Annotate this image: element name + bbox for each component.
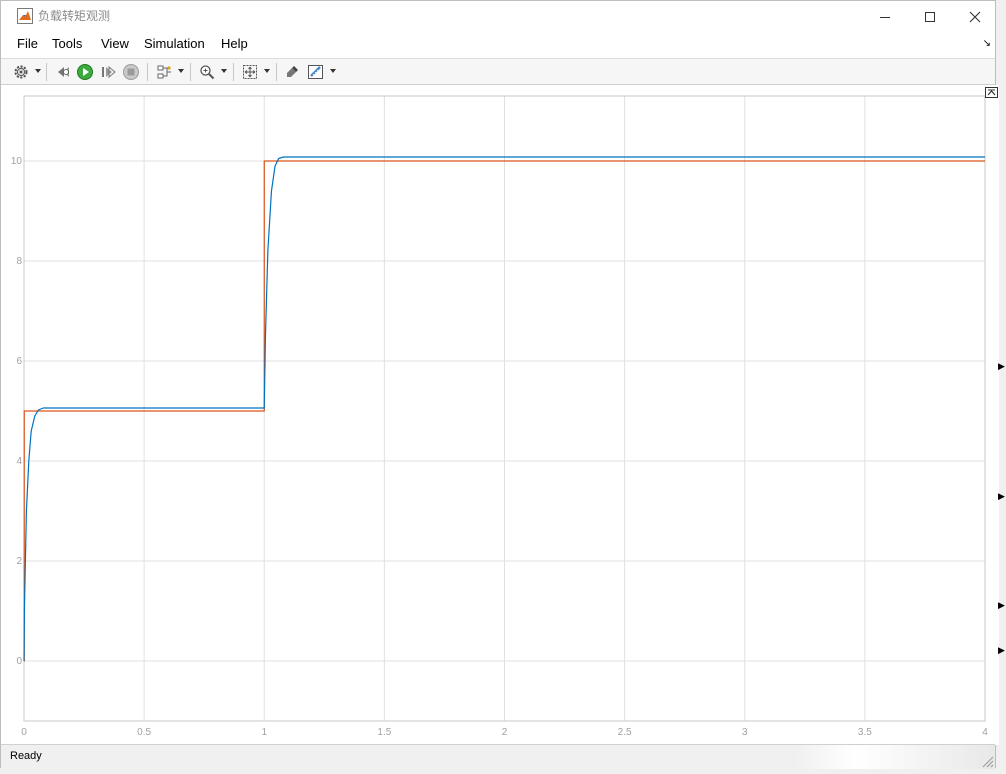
signal-select-icon — [157, 65, 171, 79]
zoom-button[interactable] — [197, 62, 217, 82]
scope-chart[interactable]: 0 0.5 1 1.5 2 2.5 3 3.5 4 0 2 4 6 8 10 — [9, 85, 999, 745]
run-icon — [77, 64, 93, 80]
y-tick-label: 0 — [16, 656, 22, 667]
stop-icon — [123, 64, 139, 80]
close-button[interactable] — [952, 1, 998, 32]
close-icon — [969, 11, 981, 22]
background-arrow-icon: ▶ — [998, 492, 1005, 502]
y-tick-label: 2 — [16, 556, 22, 567]
fit-view-icon — [243, 65, 257, 79]
restore-view-button[interactable] — [985, 87, 998, 98]
maximize-icon — [925, 11, 935, 22]
minimize-button[interactable] — [862, 1, 908, 32]
zoom-icon — [200, 65, 215, 80]
x-tick-label: 3.5 — [858, 727, 872, 738]
style-button[interactable] — [282, 62, 302, 82]
x-tick-label: 4 — [982, 727, 988, 738]
menu-bar: File Tools View Simulation Help ↘ — [1, 32, 995, 56]
menu-simulation[interactable]: Simulation — [144, 36, 205, 52]
stop-button[interactable] — [121, 62, 141, 82]
step-forward-button[interactable] — [98, 62, 118, 82]
minimize-icon — [880, 16, 890, 18]
background-arrow-icon: ▶ — [998, 601, 1005, 611]
style-icon — [287, 66, 298, 77]
chevron-down-icon[interactable] — [35, 68, 41, 74]
scope-window: 负载转矩观测 File Tools View Simulation Help ↘ — [0, 0, 999, 769]
run-button[interactable] — [75, 62, 95, 82]
y-tick-label: 8 — [16, 256, 22, 267]
x-tick-label: 0 — [21, 727, 27, 738]
chevron-down-icon[interactable] — [330, 68, 336, 74]
status-bar: Ready — [1, 744, 995, 769]
y-tick-label: 4 — [16, 456, 22, 467]
menu-view[interactable]: View — [101, 36, 129, 52]
chevron-down-icon[interactable] — [264, 68, 270, 74]
menu-file[interactable]: File — [17, 36, 38, 52]
signal-select-button[interactable] — [154, 62, 174, 82]
toolbar-separator — [276, 63, 277, 81]
configuration-button[interactable] — [11, 62, 31, 82]
background-arrow-icon: ▶ — [998, 646, 1005, 656]
menu-help[interactable]: Help — [221, 36, 248, 52]
toolbar-separator — [147, 63, 148, 81]
status-text: Ready — [10, 750, 42, 762]
gear-icon — [14, 65, 28, 79]
fit-view-button[interactable] — [240, 62, 260, 82]
matlab-icon — [17, 8, 33, 24]
chevron-down-icon[interactable] — [221, 68, 227, 74]
x-tick-label: 1 — [261, 727, 267, 738]
dock-arrow-icon[interactable]: ↘ — [983, 38, 991, 49]
step-forward-icon — [102, 65, 116, 79]
menu-tools[interactable]: Tools — [52, 36, 82, 52]
measure-icon — [308, 65, 323, 79]
toolbar-separator — [233, 63, 234, 81]
y-tick-label: 10 — [11, 156, 23, 167]
step-back-icon — [58, 67, 69, 77]
background-arrow-icon: ▶ — [998, 362, 1005, 372]
toolbar — [1, 58, 995, 85]
x-tick-label: 2 — [502, 727, 508, 738]
maximize-button[interactable] — [907, 1, 953, 32]
window-title: 负载转矩观测 — [38, 9, 111, 23]
plot-area[interactable]: 0 0.5 1 1.5 2 2.5 3 3.5 4 0 2 4 6 8 10 — [9, 85, 999, 745]
x-tick-label: 0.5 — [137, 727, 151, 738]
x-tick-label: 1.5 — [377, 727, 391, 738]
chevron-down-icon[interactable] — [178, 68, 184, 74]
title-bar[interactable]: 负载转矩观测 — [1, 1, 995, 32]
y-tick-label: 6 — [16, 356, 22, 367]
toolbar-separator — [190, 63, 191, 81]
toolbar-separator — [46, 63, 47, 81]
x-tick-label: 2.5 — [618, 727, 632, 738]
resize-grip[interactable] — [795, 745, 995, 769]
step-back-button[interactable] — [53, 62, 73, 82]
measure-button[interactable] — [306, 62, 326, 82]
x-tick-label: 3 — [742, 727, 748, 738]
